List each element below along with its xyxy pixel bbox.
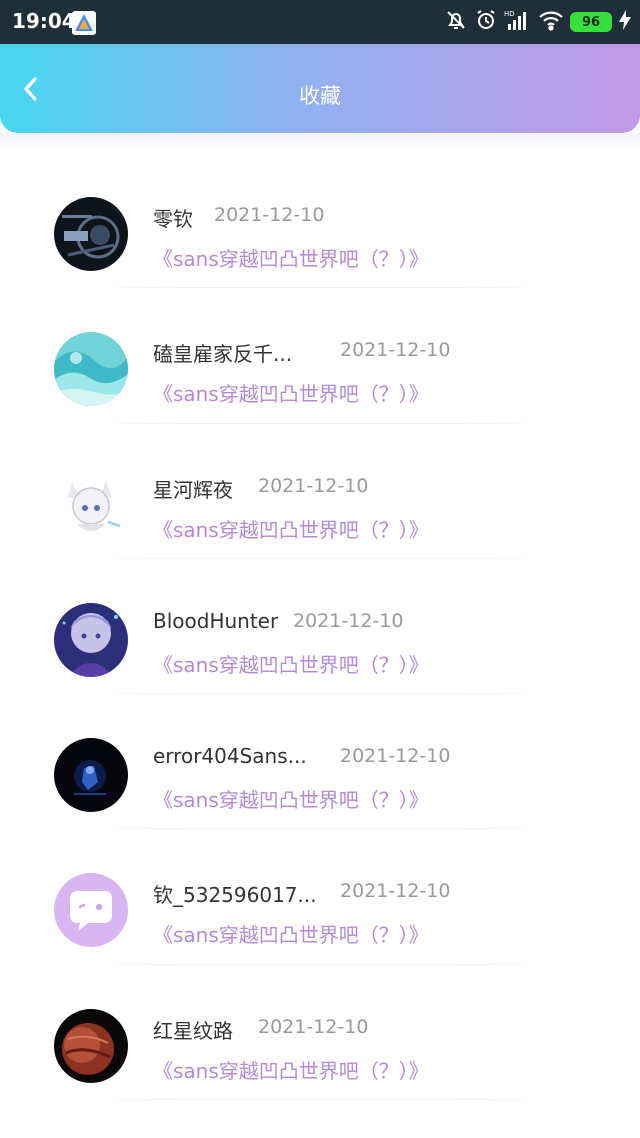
battery-icon: 96 (570, 12, 612, 32)
author-name: 钦_532596017... (153, 883, 317, 908)
dark-robot-avatar[interactable] (54, 197, 128, 271)
author-name: 磕皇雇家反千... (153, 342, 293, 367)
status-bar: 19:04 HD 96 (0, 0, 640, 44)
work-title: 《sans穿越凹凸世界吧（？）》 (153, 1058, 429, 1083)
list-item[interactable]: 零钦 2021-12-10 《sans穿越凹凸世界吧（？）》 (0, 153, 640, 289)
page-title: 收藏 (299, 84, 341, 108)
post-date: 2021-12-10 (214, 204, 325, 226)
status-time: 19:04 (12, 9, 76, 33)
alarm-icon (474, 8, 498, 36)
divider (96, 1099, 544, 1101)
mute-bell-icon (444, 8, 468, 36)
work-title: 《sans穿越凹凸世界吧（？）》 (153, 247, 429, 271)
wifi-icon (538, 8, 564, 36)
purple-anime-avatar[interactable] (54, 602, 128, 677)
default-chat-bubble-avatar[interactable] (54, 873, 128, 948)
white-fox-girl-avatar[interactable] (54, 467, 128, 542)
signal-hd-icon: HD (504, 8, 532, 36)
list-item[interactable]: 红星纹路 2021-12-10 《sans穿越凹凸世界吧（？）》 (0, 965, 640, 1101)
work-title: 《sans穿越凹凸世界吧（？）》 (153, 788, 429, 813)
favorites-list: 零钦 2021-12-10 《sans穿越凹凸世界吧（？）》 磕皇雇家反千...… (0, 153, 640, 1101)
post-date: 2021-12-10 (340, 339, 451, 362)
author-name: 零钦 (153, 207, 193, 231)
app-header: 收藏 (0, 44, 640, 133)
list-item[interactable]: BloodHunter 2021-12-10 《sans穿越凹凸世界吧（？）》 (0, 559, 640, 695)
list-item[interactable]: 钦_532596017... 2021-12-10 《sans穿越凹凸世界吧（？… (0, 829, 640, 965)
work-title: 《sans穿越凹凸世界吧（？）》 (153, 652, 429, 677)
post-date: 2021-12-10 (258, 1015, 369, 1038)
dark-blue-figure-avatar[interactable] (54, 738, 128, 813)
author-name: error404Sans... (153, 744, 307, 769)
work-title: 《sans穿越凹凸世界吧（？）》 (153, 382, 429, 407)
work-title: 《sans穿越凹凸世界吧（？）》 (153, 517, 429, 542)
post-date: 2021-12-10 (340, 745, 451, 768)
ocean-wave-avatar[interactable] (54, 332, 128, 407)
list-item[interactable]: 星河辉夜 2021-12-10 《sans穿越凹凸世界吧（？）》 (0, 424, 640, 559)
work-title: 《sans穿越凹凸世界吧（？）》 (153, 923, 429, 948)
post-date: 2021-12-10 (340, 880, 451, 903)
svg-text:HD: HD (504, 10, 515, 18)
app-icon (72, 11, 96, 35)
post-date: 2021-12-10 (293, 609, 404, 632)
status-icons: HD 96 (444, 8, 632, 36)
red-planet-avatar[interactable] (54, 1008, 128, 1083)
charging-icon (618, 9, 632, 35)
list-item[interactable]: error404Sans... 2021-12-10 《sans穿越凹凸世界吧（… (0, 694, 640, 830)
author-name: 星河辉夜 (153, 477, 233, 502)
post-date: 2021-12-10 (258, 474, 369, 497)
author-name: 红星纹路 (153, 1018, 233, 1043)
author-name: BloodHunter (153, 608, 279, 633)
header-shadow (0, 133, 640, 155)
list-item[interactable]: 磕皇雇家反千... 2021-12-10 《sans穿越凹凸世界吧（？）》 (0, 288, 640, 424)
